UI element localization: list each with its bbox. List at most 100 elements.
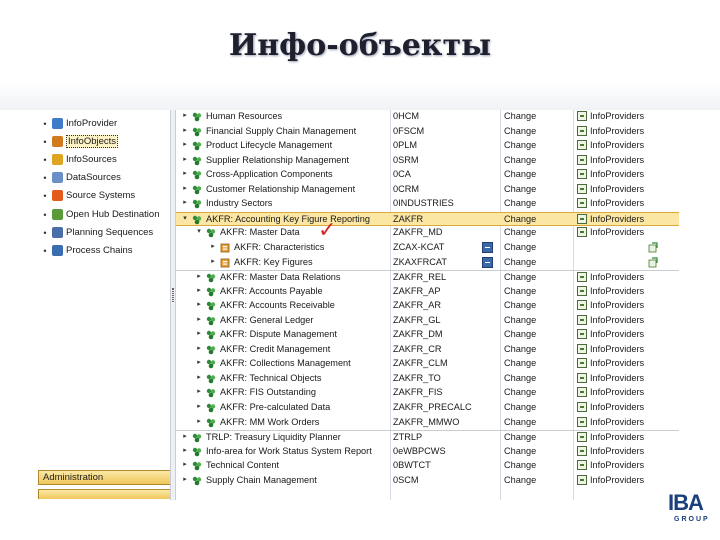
tree-row[interactable]: ▸ Human Resources 0HCM Change InfoProviders bbox=[176, 110, 679, 125]
expand-arrow-icon[interactable]: ▸ bbox=[181, 126, 189, 134]
tree-row[interactable]: ▸ AKFR: Accounts Receivable ZAKFR_AR Change… bbox=[176, 299, 679, 314]
tree-row-action[interactable]: Change bbox=[504, 300, 536, 310]
nav-item-datasources[interactable]: • DataSources bbox=[38, 169, 121, 186]
tree-row-action[interactable]: Change bbox=[504, 286, 536, 296]
tree-row-action[interactable]: Change bbox=[504, 140, 536, 150]
collapse-arrow-icon[interactable]: ▾ bbox=[195, 227, 203, 235]
tree-row-action[interactable]: Change bbox=[504, 242, 536, 252]
tree-row-status[interactable]: InfoProviders bbox=[577, 329, 644, 340]
expand-arrow-icon[interactable]: ▸ bbox=[195, 344, 203, 352]
tree-row-action[interactable]: Change bbox=[504, 446, 536, 456]
tree-row[interactable]: ▸ AKFR: Collections Management ZAKFR_CLM Ch… bbox=[176, 357, 679, 372]
tree-row-action[interactable]: Change bbox=[504, 315, 536, 325]
tree-row[interactable]: ▸ TRLP: Treasury Liquidity Planner ZTRLP Ch… bbox=[176, 430, 679, 445]
nav-item-source-systems[interactable]: • Source Systems bbox=[38, 187, 135, 204]
tree-row[interactable]: ▸ AKFR: Dispute Management ZAKFR_DM Change I… bbox=[176, 328, 679, 343]
tree-row-status[interactable]: InfoProviders bbox=[577, 272, 644, 283]
tree-row-status[interactable]: InfoProviders bbox=[577, 111, 644, 121]
tree-row[interactable]: ▸ AKFR: Characteristics ZCAX-KCAT Change bbox=[176, 241, 679, 256]
tree-row[interactable]: ▸ Customer Relationship Management 0CRM Cha… bbox=[176, 183, 679, 198]
tree-row-status[interactable]: InfoProviders bbox=[577, 183, 644, 194]
expand-arrow-icon[interactable]: ▸ bbox=[195, 300, 203, 308]
tree-row-action[interactable]: Change bbox=[504, 184, 536, 194]
tree-row[interactable]: ▸ AKFR: Technical Objects ZAKFR_TO Change In… bbox=[176, 372, 679, 387]
transport-connection-button[interactable] bbox=[38, 489, 171, 499]
tree-row[interactable]: ▸ Industry Sectors 0INDUSTRIES Change InfoPr… bbox=[176, 197, 679, 212]
tree-row-action[interactable]: Change bbox=[504, 417, 536, 427]
tree-row[interactable]: ▸ AKFR: Master Data Relations ZAKFR_REL Cha… bbox=[176, 270, 679, 285]
tree-row[interactable]: ▾ AKFR: Master Data ZAKFR_MD Change InfoProv… bbox=[176, 226, 679, 241]
tree-row-action[interactable]: Change bbox=[504, 198, 536, 208]
tree-row-status[interactable]: InfoProviders bbox=[577, 154, 644, 165]
tree-row[interactable]: ▸ Supply Chain Management 0SCM Change InfoPr… bbox=[176, 474, 679, 489]
nav-item-process-chains[interactable]: • Process Chains bbox=[38, 242, 133, 259]
tree-row-action[interactable]: Change bbox=[504, 111, 536, 121]
tree-row-action[interactable]: Change bbox=[504, 373, 536, 383]
tree-row[interactable]: ▸ AKFR: Pre-calculated Data ZAKFR_PRECALC C… bbox=[176, 401, 679, 416]
tree-row[interactable]: ▸ AKFR: Accounts Payable ZAKFR_AP Change Inf… bbox=[176, 285, 679, 300]
tree-row-action[interactable]: Change bbox=[504, 257, 536, 267]
catalog-button-icon[interactable] bbox=[482, 241, 493, 253]
nav-item-planning-sequences[interactable]: • Planning Sequences bbox=[38, 224, 153, 241]
tree-row-status[interactable]: InfoProviders bbox=[577, 300, 644, 311]
tree-row-status[interactable]: InfoProviders bbox=[577, 416, 644, 427]
tree-row-action[interactable]: Change bbox=[504, 475, 536, 485]
tree-row-status[interactable]: InfoProviders bbox=[577, 213, 644, 224]
expand-arrow-icon[interactable]: ▸ bbox=[181, 184, 189, 192]
tree-row-action[interactable]: Change bbox=[504, 344, 536, 354]
tree-row-status[interactable]: InfoProviders bbox=[577, 169, 644, 180]
tree-row-status[interactable]: InfoProviders bbox=[577, 314, 644, 325]
expand-arrow-icon[interactable]: ▸ bbox=[195, 315, 203, 323]
tree-row-action[interactable]: Change bbox=[504, 214, 536, 224]
tree-row[interactable]: ▸ AKFR: FIS Outstanding ZAKFR_FIS Change Inf… bbox=[176, 386, 679, 401]
expand-arrow-icon[interactable]: ▸ bbox=[181, 475, 189, 483]
expand-arrow-icon[interactable]: ▸ bbox=[181, 198, 189, 206]
tree-row-action[interactable]: Change bbox=[504, 387, 536, 397]
tree-row-status[interactable]: InfoProviders bbox=[577, 460, 644, 471]
nav-item-infoobjects[interactable]: • InfoObjects bbox=[38, 133, 119, 150]
tree-row-status[interactable]: InfoProviders bbox=[577, 343, 644, 354]
tree-row-action[interactable]: Change bbox=[504, 402, 536, 412]
tree-row-status[interactable]: InfoProviders bbox=[577, 285, 644, 296]
tree-row-status[interactable]: InfoProviders bbox=[577, 387, 644, 398]
expand-arrow-icon[interactable]: ▸ bbox=[195, 387, 203, 395]
tree-row[interactable]: ▸ Cross-Application Components 0CA Change In… bbox=[176, 168, 679, 183]
collapse-arrow-icon[interactable]: ▾ bbox=[181, 214, 189, 222]
expand-arrow-icon[interactable]: ▸ bbox=[181, 140, 189, 148]
expand-arrow-icon[interactable]: ▸ bbox=[195, 286, 203, 294]
administration-button[interactable]: Administration bbox=[38, 470, 171, 485]
expand-arrow-icon[interactable]: ▸ bbox=[195, 329, 203, 337]
expand-arrow-icon[interactable]: ▸ bbox=[195, 272, 203, 280]
catalog-status-icon[interactable] bbox=[648, 242, 658, 253]
tree-row-action[interactable]: Change bbox=[504, 227, 536, 237]
expand-arrow-icon[interactable]: ▸ bbox=[181, 111, 189, 119]
tree-row-status[interactable]: InfoProviders bbox=[577, 432, 644, 443]
tree-row-action[interactable]: Change bbox=[504, 460, 536, 470]
tree-row-action[interactable]: Change bbox=[504, 432, 536, 442]
tree-row-status[interactable]: InfoProviders bbox=[577, 474, 644, 485]
expand-arrow-icon[interactable]: ▸ bbox=[181, 155, 189, 163]
tree-row-action[interactable]: Change bbox=[504, 358, 536, 368]
tree-row[interactable]: ▸ AKFR: MM Work Orders ZAKFR_MMWO Change Inf… bbox=[176, 416, 679, 431]
tree-row-action[interactable]: Change bbox=[504, 272, 536, 282]
tree-row-status[interactable]: InfoProviders bbox=[577, 372, 644, 383]
tree-row-action[interactable]: Change bbox=[504, 329, 536, 339]
tree-row[interactable]: ▸ AKFR: Key Figures ZKAXFRCAT Change bbox=[176, 256, 679, 271]
tree-row-action[interactable]: Change bbox=[504, 169, 536, 179]
expand-arrow-icon[interactable]: ▸ bbox=[195, 373, 203, 381]
catalog-button-icon[interactable] bbox=[482, 256, 493, 268]
expand-arrow-icon[interactable]: ▸ bbox=[181, 460, 189, 468]
tree-row-status[interactable]: InfoProviders bbox=[577, 445, 644, 456]
expand-arrow-icon[interactable]: ▸ bbox=[209, 242, 217, 250]
tree-row-status[interactable]: InfoProviders bbox=[577, 125, 644, 136]
expand-arrow-icon[interactable]: ▸ bbox=[195, 402, 203, 410]
tree-row[interactable]: ▸ Supplier Relationship Management 0SRM Cha… bbox=[176, 154, 679, 169]
expand-arrow-icon[interactable]: ▸ bbox=[181, 432, 189, 440]
tree-row-action[interactable]: Change bbox=[504, 126, 536, 136]
nav-item-infoprovider[interactable]: • InfoProvider bbox=[38, 115, 117, 132]
tree-row-status[interactable]: InfoProviders bbox=[577, 358, 644, 369]
tree-row-action[interactable]: Change bbox=[504, 155, 536, 165]
tree-row-status[interactable]: InfoProviders bbox=[577, 198, 644, 209]
catalog-status-icon[interactable] bbox=[648, 256, 658, 268]
expand-arrow-icon[interactable]: ▸ bbox=[181, 446, 189, 454]
